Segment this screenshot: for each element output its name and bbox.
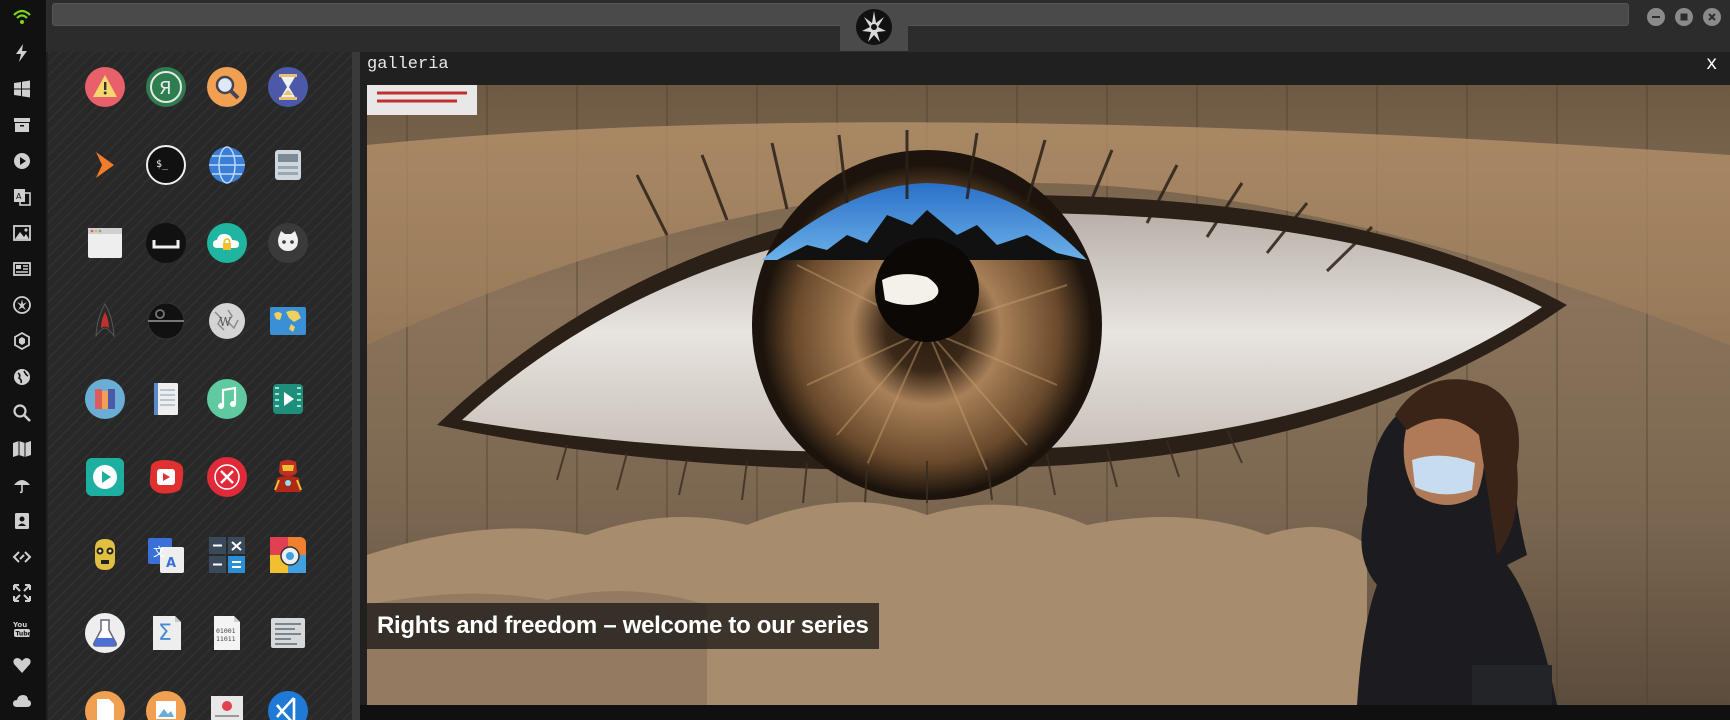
document-app-icon[interactable]: [84, 690, 126, 720]
iron-man-app-icon[interactable]: [267, 456, 309, 498]
color-picker-app-icon[interactable]: [267, 534, 309, 576]
gallery-header: [360, 52, 1730, 85]
wikipedia-app-icon[interactable]: W: [206, 300, 248, 342]
map-icon[interactable]: [11, 438, 33, 460]
svg-text:$_: $_: [156, 159, 169, 170]
svg-text:W: W: [219, 315, 232, 329]
search-icon[interactable]: [11, 402, 33, 424]
svg-text:A: A: [16, 192, 22, 201]
text-editor-app-icon[interactable]: [267, 612, 309, 654]
window-app-icon[interactable]: [84, 222, 126, 264]
calculator-app-icon[interactable]: [206, 534, 248, 576]
sigma-app-icon[interactable]: Σ: [145, 612, 187, 654]
globe-icon[interactable]: [11, 366, 33, 388]
presentation-app-icon[interactable]: [206, 690, 248, 720]
svg-text:Tube: Tube: [16, 631, 32, 638]
newspaper-icon[interactable]: [11, 258, 33, 280]
music-app-icon[interactable]: [206, 378, 248, 420]
translate-app-icon[interactable]: 文A: [145, 534, 187, 576]
chemistry-app-icon[interactable]: [84, 612, 126, 654]
spacebar-app-icon[interactable]: [145, 222, 187, 264]
svg-text:Σ: Σ: [158, 621, 172, 646]
svg-text:文: 文: [153, 544, 165, 559]
close-window-button[interactable]: [1703, 8, 1721, 26]
prompt-app-icon[interactable]: [84, 144, 126, 186]
windows-icon[interactable]: [11, 78, 33, 100]
heart-icon[interactable]: [11, 654, 33, 676]
youtube-icon[interactable]: You Tube: [11, 618, 33, 640]
wifi-icon[interactable]: [11, 6, 33, 28]
minimize-button[interactable]: [1647, 8, 1665, 26]
video-app-icon[interactable]: [267, 378, 309, 420]
notebook-app-icon[interactable]: [145, 378, 187, 420]
svg-text:A: A: [166, 556, 176, 571]
svg-text:11011: 11011: [216, 635, 236, 643]
hourglass-app-icon[interactable]: [267, 66, 309, 108]
github-app-icon[interactable]: [267, 222, 309, 264]
books-app-icon[interactable]: [84, 378, 126, 420]
c3po-app-icon[interactable]: [84, 534, 126, 576]
svg-text:Я: Я: [159, 78, 172, 99]
left-launcher-bar: A You Tube: [0, 0, 46, 720]
star-trek-app-icon[interactable]: [84, 300, 126, 342]
rebel-alliance-logo-icon[interactable]: [853, 6, 895, 48]
code-icon[interactable]: [11, 546, 33, 568]
close-app-icon[interactable]: [206, 456, 248, 498]
play-circle-icon[interactable]: [11, 150, 33, 172]
gallery-title: galleria: [367, 55, 449, 74]
gallery-close-button[interactable]: x: [1706, 53, 1717, 75]
gallery-footer: [360, 705, 1730, 720]
panel-divider[interactable]: [352, 52, 360, 720]
image-icon[interactable]: [11, 222, 33, 244]
fullscreen-icon[interactable]: [11, 582, 33, 604]
binary-file-app-icon[interactable]: 01001 11011: [206, 612, 248, 654]
search-app-icon[interactable]: [206, 66, 248, 108]
yandex-app-icon[interactable]: Я: [145, 66, 187, 108]
svg-text:You: You: [12, 621, 27, 629]
image-caption: Rights and freedom – welcome to our seri…: [367, 603, 879, 649]
umbrella-icon[interactable]: [11, 474, 33, 496]
maximize-button[interactable]: [1675, 8, 1693, 26]
scanner-app-icon[interactable]: [267, 144, 309, 186]
cloud-icon[interactable]: [11, 690, 33, 712]
death-star-app-icon[interactable]: [145, 300, 187, 342]
vscode-app-icon[interactable]: [267, 690, 309, 720]
contact-card-icon[interactable]: [11, 510, 33, 532]
archive-icon[interactable]: [11, 114, 33, 136]
translate-icon[interactable]: A: [11, 186, 33, 208]
address-bar[interactable]: [52, 3, 1629, 26]
web-browser-app-icon[interactable]: [206, 144, 248, 186]
app-drawer: Я $_ W 文 A Σ 01001 11011: [48, 52, 352, 720]
player-app-icon[interactable]: [84, 456, 126, 498]
rebel-icon[interactable]: [11, 294, 33, 316]
warning-app-icon[interactable]: [84, 66, 126, 108]
terminal-app-icon[interactable]: $_: [145, 144, 187, 186]
svg-text:01001: 01001: [216, 627, 236, 635]
youtube-app-icon[interactable]: [145, 456, 187, 498]
cloud-lock-app-icon[interactable]: [206, 222, 248, 264]
world-map-app-icon[interactable]: [267, 300, 309, 342]
lightning-icon[interactable]: [11, 42, 33, 64]
image-viewer-app-icon[interactable]: [145, 690, 187, 720]
hexagon-icon[interactable]: [11, 330, 33, 352]
